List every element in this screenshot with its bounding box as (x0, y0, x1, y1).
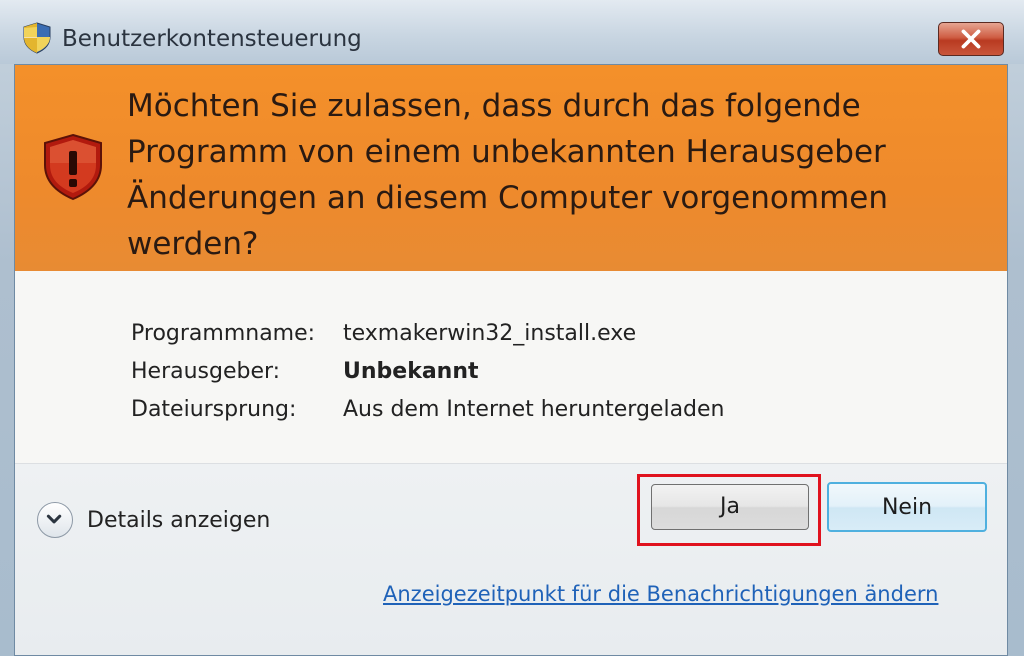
notification-settings-link[interactable]: Anzeigezeitpunkt für die Benachrichtigun… (383, 582, 938, 606)
close-button[interactable] (938, 22, 1004, 56)
dialog-footer: Details anzeigen Ja Nein Anzeigezeitpunk… (15, 463, 1007, 655)
warning-shield-icon (44, 133, 102, 201)
file-origin-value: Aus dem Internet heruntergeladen (343, 397, 725, 422)
show-details-label[interactable]: Details anzeigen (87, 508, 270, 533)
uac-question: Möchten Sie zulassen, dass durch das fol… (127, 88, 888, 262)
title-bar: Benutzerkontensteuerung (0, 0, 1024, 64)
warning-banner: Möchten Sie zulassen, dass durch das fol… (15, 65, 1007, 271)
show-details-toggle[interactable]: Details anzeigen (37, 502, 270, 538)
program-name-label: Programmname: (131, 321, 316, 346)
uac-shield-icon (23, 22, 51, 54)
close-icon (961, 29, 981, 49)
uac-dialog-window: Benutzerkontensteuerung Möchten Sie zula… (0, 0, 1024, 656)
file-origin-label: Dateiursprung: (131, 397, 297, 422)
window-title: Benutzerkontensteuerung (62, 26, 362, 52)
publisher-value: Unbekannt (343, 359, 479, 384)
program-name-value: texmakerwin32_install.exe (343, 321, 637, 346)
yes-button[interactable]: Ja (651, 484, 809, 530)
publisher-label: Herausgeber: (131, 359, 281, 384)
dialog-content: Möchten Sie zulassen, dass durch das fol… (14, 64, 1008, 656)
program-info: Programmname: texmakerwin32_install.exe … (15, 271, 1007, 463)
chevron-down-icon[interactable] (37, 502, 73, 538)
no-button[interactable]: Nein (827, 482, 987, 532)
